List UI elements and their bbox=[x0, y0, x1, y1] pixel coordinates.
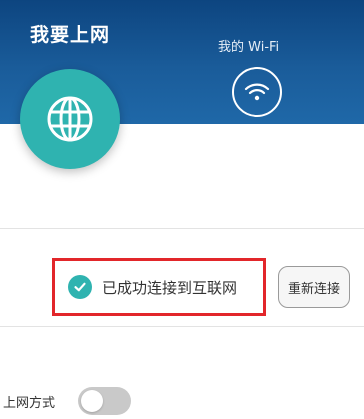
divider-top bbox=[0, 228, 364, 229]
connection-status-text: 已成功连接到互联网 bbox=[102, 278, 238, 297]
internet-mode-toggle[interactable] bbox=[78, 387, 131, 415]
globe-icon bbox=[47, 96, 93, 142]
tab-internet-title[interactable]: 我要上网 bbox=[30, 20, 110, 47]
wifi-icon bbox=[244, 83, 270, 101]
divider-bottom bbox=[0, 326, 364, 327]
checkmark-icon bbox=[74, 282, 86, 292]
connection-status-box: 已成功连接到互联网 bbox=[52, 258, 266, 316]
internet-mode-label: 上网方式 bbox=[3, 396, 56, 411]
tab-wifi-title[interactable]: 我的 Wi-Fi bbox=[218, 36, 279, 55]
reconnect-button[interactable]: 重新连接 bbox=[278, 266, 350, 308]
tab-wifi-button[interactable] bbox=[232, 67, 282, 117]
tab-internet-button[interactable] bbox=[20, 69, 120, 169]
status-check-badge bbox=[68, 275, 92, 299]
toggle-knob bbox=[81, 390, 103, 412]
